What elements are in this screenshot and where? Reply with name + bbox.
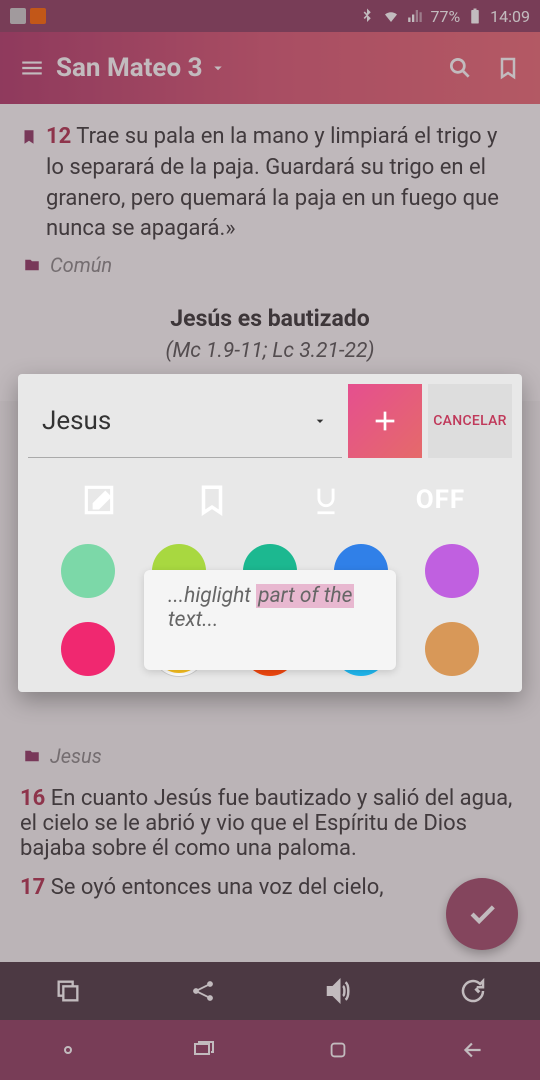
cancel-button[interactable]: CANCELAR (428, 384, 512, 458)
bookmark-tool-button[interactable] (188, 476, 236, 524)
dropdown-value: Jesus (42, 406, 111, 436)
color-tan[interactable] (425, 622, 479, 676)
highlight-hint: ...higlight part of the text... (144, 570, 396, 670)
color-purple[interactable] (425, 544, 479, 598)
color-pink[interactable] (61, 622, 115, 676)
highlight-dialog: Jesus CANCELAR OFF ...higlight part of t… (18, 374, 522, 692)
chevron-down-icon (312, 413, 328, 429)
plus-icon (369, 405, 401, 437)
note-button[interactable] (75, 476, 123, 524)
color-mint[interactable] (61, 544, 115, 598)
underline-button[interactable] (302, 476, 350, 524)
off-button[interactable]: OFF (416, 485, 465, 515)
add-button[interactable] (348, 384, 422, 458)
tag-dropdown[interactable]: Jesus (28, 384, 342, 458)
